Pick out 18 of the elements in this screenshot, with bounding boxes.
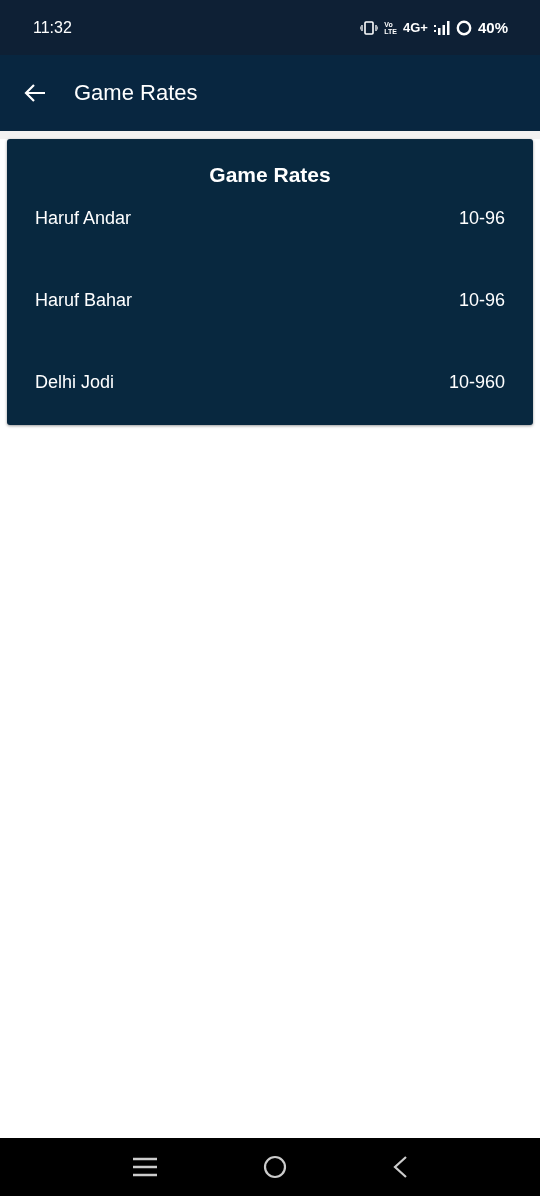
back-arrow-icon[interactable] — [23, 83, 47, 103]
battery-label: 40% — [477, 19, 508, 36]
card-title: Game Rates — [208, 163, 332, 187]
game-rate: 10-96 — [458, 289, 505, 311]
game-name: Haruf Andar — [35, 207, 132, 229]
vibrate-icon — [360, 20, 379, 35]
app-bar-title: Game Rates — [74, 80, 198, 106]
menu-icon[interactable] — [132, 1156, 159, 1178]
game-name: Haruf Bahar — [35, 289, 133, 311]
game-rate: 10-96 — [458, 207, 505, 229]
home-icon[interactable] — [263, 1155, 287, 1179]
back-icon[interactable] — [391, 1155, 408, 1179]
game-rate: 10-960 — [448, 371, 505, 393]
status-time: 11:32 — [33, 18, 72, 37]
signal-icon — [433, 20, 450, 35]
game-name: Delhi Jodi — [35, 371, 115, 393]
network-label: 4G+ — [403, 20, 428, 35]
battery-icon — [455, 19, 472, 36]
